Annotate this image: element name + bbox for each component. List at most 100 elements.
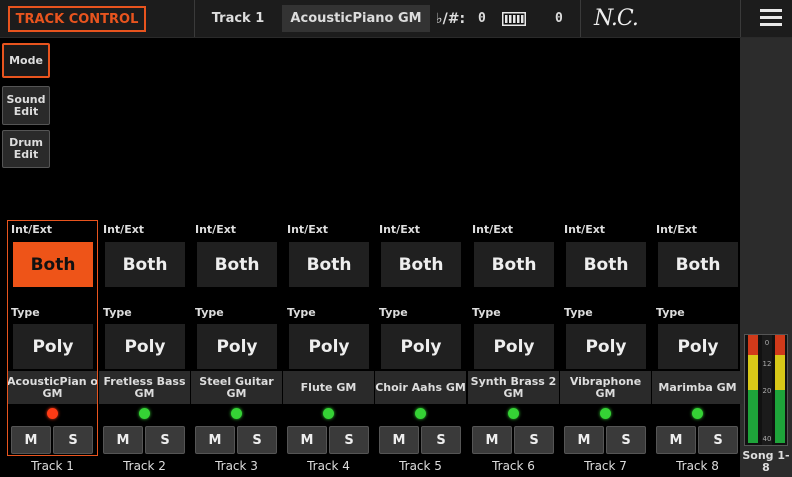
meter-right-red [775, 335, 785, 355]
track-strip: Int/Ext Both Type Poly Steel Guitar GM M… [191, 220, 282, 477]
type-value[interactable]: Poly [381, 324, 461, 369]
type-label: Type [379, 306, 408, 319]
track-activity-led [600, 408, 611, 419]
sound-edit-button[interactable]: Sound Edit [2, 86, 50, 125]
meter-left-red [748, 335, 758, 355]
type-label: Type [472, 306, 501, 319]
track-sound-name[interactable]: Choir Aahs GM [375, 371, 466, 404]
mute-button[interactable]: M [379, 426, 419, 454]
track-name: Track 2 [123, 459, 166, 473]
type-value[interactable]: Poly [474, 324, 554, 369]
int-ext-value[interactable]: Both [105, 242, 185, 287]
meter-right-green [775, 390, 785, 443]
type-value[interactable]: Poly [197, 324, 277, 369]
meter-tick: 40 [762, 435, 772, 443]
track-strip: Int/Ext Both Type Poly Synth Brass 2 GM … [468, 220, 559, 477]
int-ext-value[interactable]: Both [566, 242, 646, 287]
int-ext-value[interactable]: Both [13, 242, 93, 287]
solo-button[interactable]: S [514, 426, 554, 454]
type-label: Type [195, 306, 224, 319]
menu-icon[interactable] [760, 9, 782, 29]
chord-display: N.C. [594, 6, 639, 31]
solo-button[interactable]: S [329, 426, 369, 454]
int-ext-label: Int/Ext [195, 223, 237, 236]
meter-left-green [748, 390, 758, 443]
divider [740, 0, 741, 37]
track-sound-name[interactable]: Steel Guitar GM [191, 371, 282, 404]
mode-button-label: Mode [9, 53, 43, 67]
int-ext-label: Int/Ext [379, 223, 421, 236]
int-ext-value[interactable]: Both [289, 242, 369, 287]
divider [580, 0, 581, 37]
int-ext-label: Int/Ext [472, 223, 514, 236]
page-title[interactable]: TRACK CONTROL [8, 6, 146, 32]
solo-button[interactable]: S [145, 426, 185, 454]
track-sound-name[interactable]: Synth Brass 2 GM [468, 371, 559, 404]
keyboard-icon [502, 0, 526, 37]
mute-button[interactable]: M [195, 426, 235, 454]
track-activity-led [508, 408, 519, 419]
drum-edit-button[interactable]: Drum Edit [2, 130, 50, 168]
type-value[interactable]: Poly [105, 324, 185, 369]
level-meter: 0 12 20 40 [744, 334, 788, 446]
solo-button[interactable]: S [421, 426, 461, 454]
mute-button[interactable]: M [656, 426, 696, 454]
mute-button[interactable]: M [11, 426, 51, 454]
track-sound-name[interactable]: Flute GM [283, 371, 374, 404]
track-activity-led [692, 408, 703, 419]
octave-value[interactable]: 0 [555, 0, 563, 37]
meter-tick: 12 [762, 360, 772, 368]
int-ext-label: Int/Ext [103, 223, 145, 236]
track-name: Track 5 [399, 459, 442, 473]
meter-right-yellow [775, 355, 785, 390]
track-sound-name[interactable]: AcousticPian o GM [7, 371, 98, 404]
int-ext-label: Int/Ext [287, 223, 329, 236]
meter-tick: 20 [762, 387, 772, 395]
track-strip: Int/Ext Both Type Poly Vibraphone GM M S… [560, 220, 651, 477]
track-name: Track 7 [584, 459, 627, 473]
track-strip: Int/Ext Both Type Poly AcousticPian o GM… [7, 220, 98, 477]
mode-button[interactable]: Mode [2, 43, 50, 78]
key-transpose-label: ♭/#: [436, 10, 466, 27]
type-value[interactable]: Poly [289, 324, 369, 369]
solo-button[interactable]: S [606, 426, 646, 454]
int-ext-label: Int/Ext [564, 223, 606, 236]
track-strip: Int/Ext Both Type Poly Flute GM M S Trac… [283, 220, 374, 477]
track-strip: Int/Ext Both Type Poly Fretless Bass GM … [99, 220, 190, 477]
mute-button[interactable]: M [103, 426, 143, 454]
type-label: Type [656, 306, 685, 319]
track-sound-name[interactable]: Vibraphone GM [560, 371, 651, 404]
solo-button[interactable]: S [53, 426, 93, 454]
current-sound-label[interactable]: AcousticPiano GM [282, 5, 430, 32]
int-ext-value[interactable]: Both [197, 242, 277, 287]
mute-button[interactable]: M [287, 426, 327, 454]
type-label: Type [103, 306, 132, 319]
type-label: Type [287, 306, 316, 319]
meter-left-yellow [748, 355, 758, 390]
type-label: Type [564, 306, 593, 319]
int-ext-value[interactable]: Both [381, 242, 461, 287]
type-value[interactable]: Poly [13, 324, 93, 369]
track-activity-led [231, 408, 242, 419]
int-ext-value[interactable]: Both [474, 242, 554, 287]
current-track-label[interactable]: Track 1 [194, 0, 282, 37]
solo-button[interactable]: S [698, 426, 738, 454]
type-label: Type [11, 306, 40, 319]
track-sound-name[interactable]: Fretless Bass GM [99, 371, 190, 404]
type-value[interactable]: Poly [566, 324, 646, 369]
type-value[interactable]: Poly [658, 324, 738, 369]
int-ext-label: Int/Ext [11, 223, 53, 236]
sound-edit-button-label: Sound Edit [6, 92, 46, 118]
mute-button[interactable]: M [472, 426, 512, 454]
key-transpose-value[interactable]: 0 [478, 0, 486, 37]
song-range-label[interactable]: Song 1-8 [740, 446, 792, 477]
track-name: Track 4 [307, 459, 350, 473]
track-activity-led [139, 408, 150, 419]
meter-tick: 0 [764, 339, 770, 347]
solo-button[interactable]: S [237, 426, 277, 454]
mute-button[interactable]: M [564, 426, 604, 454]
drum-edit-button-label: Drum Edit [9, 136, 43, 161]
track-activity-led [415, 408, 426, 419]
track-sound-name[interactable]: Marimba GM [652, 371, 743, 404]
int-ext-value[interactable]: Both [658, 242, 738, 287]
